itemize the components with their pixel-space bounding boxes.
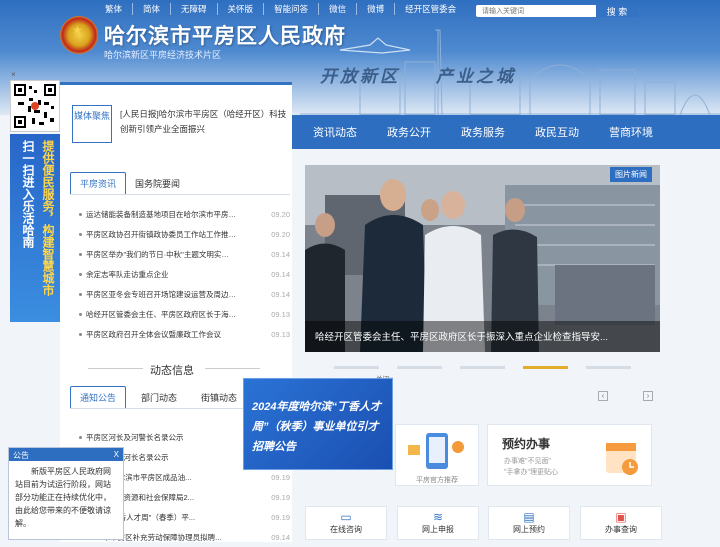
top-utility-bar: 繁体 简体 无障碍 关怀版 智能问答 微信 微博 经开区管委会 [95,3,466,15]
nav-item-gov-services[interactable]: 政务服务 [446,124,520,140]
chevron-left-icon[interactable]: ‹ [598,391,608,401]
site-subtitle: 哈尔滨新区平房经济技术片区 [104,50,222,60]
topbar-link-admin-committee[interactable]: 经开区管委会 [395,3,466,15]
section-title-dynamic-info: 动态信息 [150,365,194,377]
qr-close-button[interactable]: × [11,70,16,79]
service-label: 在线咨询 [330,525,362,534]
qr-code-image [10,80,60,132]
divider [205,368,260,369]
promo-card-official[interactable]: 平房官方推荐 [395,424,479,486]
media-focus-badge: 媒体聚焦 [72,105,112,143]
notice-title: 公告 [13,451,29,460]
service-online-booking[interactable]: ▤ 网上预约 [488,506,570,540]
tab-state-council-news[interactable]: 国务院要闻 [126,173,189,194]
calendar-illustration-icon [606,443,638,475]
topbar-link-care-mode[interactable]: 关怀版 [218,3,265,15]
tab-department-news[interactable]: 部门动态 [132,387,186,408]
divider [88,368,143,369]
chat-icon: ▭ [340,510,352,524]
nav-item-gov-affairs-open[interactable]: 政务公开 [372,124,446,140]
list-item[interactable]: 哈经开区管委会主任、平房区政府区长于海波调研 09.13 [78,304,290,324]
topbar-link-simplified[interactable]: 简体 [133,3,172,15]
document-search-icon: ▣ [615,510,627,524]
appointment-sub1: 办事难"不见面" [504,458,551,465]
carousel-dot[interactable] [586,366,631,369]
promo-line-1: 提供便民服务，构建智慧城市 [41,140,55,296]
topbar-link-smart-qa[interactable]: 智能问答 [264,3,320,15]
slogan-right: 产业之城 [436,67,516,86]
service-online-consult[interactable]: ▭ 在线咨询 [305,506,387,540]
list-item[interactable]: 平房区政府召开全体会议暨廉政工作会议 09.13 [78,324,290,344]
notice-close-button[interactable]: X [114,450,119,459]
promo-line-2: 扫一扫进入乐活哈南 [21,140,35,248]
carousel-dot[interactable] [460,366,505,369]
list-item[interactable]: 运达储能装备制造基地项目在哈尔滨市平房区开工 09.20 [78,204,290,224]
photo-news-tag: 图片新闻 [610,167,652,182]
qr-code-icon [14,84,56,128]
search-button[interactable]: 搜 索 [596,5,638,17]
chevron-right-icon[interactable]: › [643,391,653,401]
service-label: 办事查询 [605,525,637,534]
nav-item-interaction[interactable]: 政民互动 [520,124,594,140]
appointment-title: 预约办事 [502,437,551,451]
slogan-left: 开放新区 [320,67,400,86]
nav-item-business-env[interactable]: 营商环境 [594,124,668,140]
notice-body: 新版平房区人民政府网站目前为试运行阶段，网站部分功能正在持续优化中，由此给您带来… [15,467,111,528]
appointment-sub2: "手拿办"理更贴心 [504,469,558,476]
carousel-dot[interactable] [334,366,379,369]
photo-news-caption[interactable]: 哈经开区管委会主任、平房区政府区长于振深入重点企业检查指导安... [305,321,660,352]
topbar-link-accessibility[interactable]: 无障碍 [171,3,218,15]
promo-card-text: 平房官方推荐 [416,477,458,484]
list-item[interactable]: 平房区举办"我们的节日·中秋"主题文明实践活动 09.14 [78,244,290,264]
service-query[interactable]: ▣ 办事查询 [580,506,662,540]
carousel-dot-active[interactable] [523,366,568,369]
clipboard-icon: ▤ [523,510,535,524]
main-nav: 资讯动态 政务公开 政务服务 政民互动 营商环境 [290,115,720,149]
layers-icon: ≋ [432,510,444,524]
carousel-indicators [305,366,660,369]
list-item[interactable]: 平房区亚冬会专班召开场馆建设运营及周边环境整治09.14 [78,284,290,304]
service-label: 网上申报 [422,525,454,534]
recruitment-popup-banner[interactable]: 2024年度哈尔滨“丁香人才周”（秋季）事业单位引才招聘公告 [243,378,393,470]
appointment-card[interactable]: 预约办事 办事难"不见面" "手拿办"理更贴心 [487,424,652,486]
notice-header: 公告 X [9,448,123,461]
topbar-link-wechat[interactable]: 微信 [319,3,358,15]
national-emblem-icon: ★ [60,16,98,54]
site-title: 哈尔滨市平房区人民政府 [104,25,346,48]
search-input[interactable] [476,6,596,16]
tab-notices[interactable]: 通知公告 [70,386,127,408]
list-item[interactable]: 余定志率队走访重点企业 09.14 [78,264,290,284]
news-tabs: 平房资讯 国务院要闻 [70,172,290,195]
mobile-app-promo-banner[interactable]: 提供便民服务，构建智慧城市 扫一扫进入乐活哈南 [10,134,60,322]
tab-street-news[interactable]: 街镇动态 [192,387,246,408]
carousel-dot[interactable] [397,366,442,369]
service-label: 网上预约 [513,525,545,534]
news-list: 运达储能装备制造基地项目在哈尔滨市平房区开工 09.20 平房区政协召开街镇政协委… [78,204,290,344]
nav-item-news[interactable]: 资讯动态 [298,124,372,140]
service-online-apply[interactable]: ≋ 网上申报 [397,506,479,540]
notice-popup: 公告 X 新版平房区人民政府网站目前为试运行阶段，网站部分功能正在持续优化中，由… [8,447,124,540]
topbar-link-traditional[interactable]: 繁体 [95,3,134,15]
search-box: 搜 索 [476,5,638,17]
topbar-link-weibo[interactable]: 微博 [357,3,396,15]
phone-illustration-icon [408,433,464,469]
media-headline-link[interactable]: [人民日报]哈尔滨市平房区（哈经开区）科技创新引领产业全面振兴 [120,107,288,137]
tab-pingfang-news[interactable]: 平房资讯 [70,172,127,194]
list-item[interactable]: 平房区政协召开街镇政协委员工作站工作推进会 09.20 [78,224,290,244]
